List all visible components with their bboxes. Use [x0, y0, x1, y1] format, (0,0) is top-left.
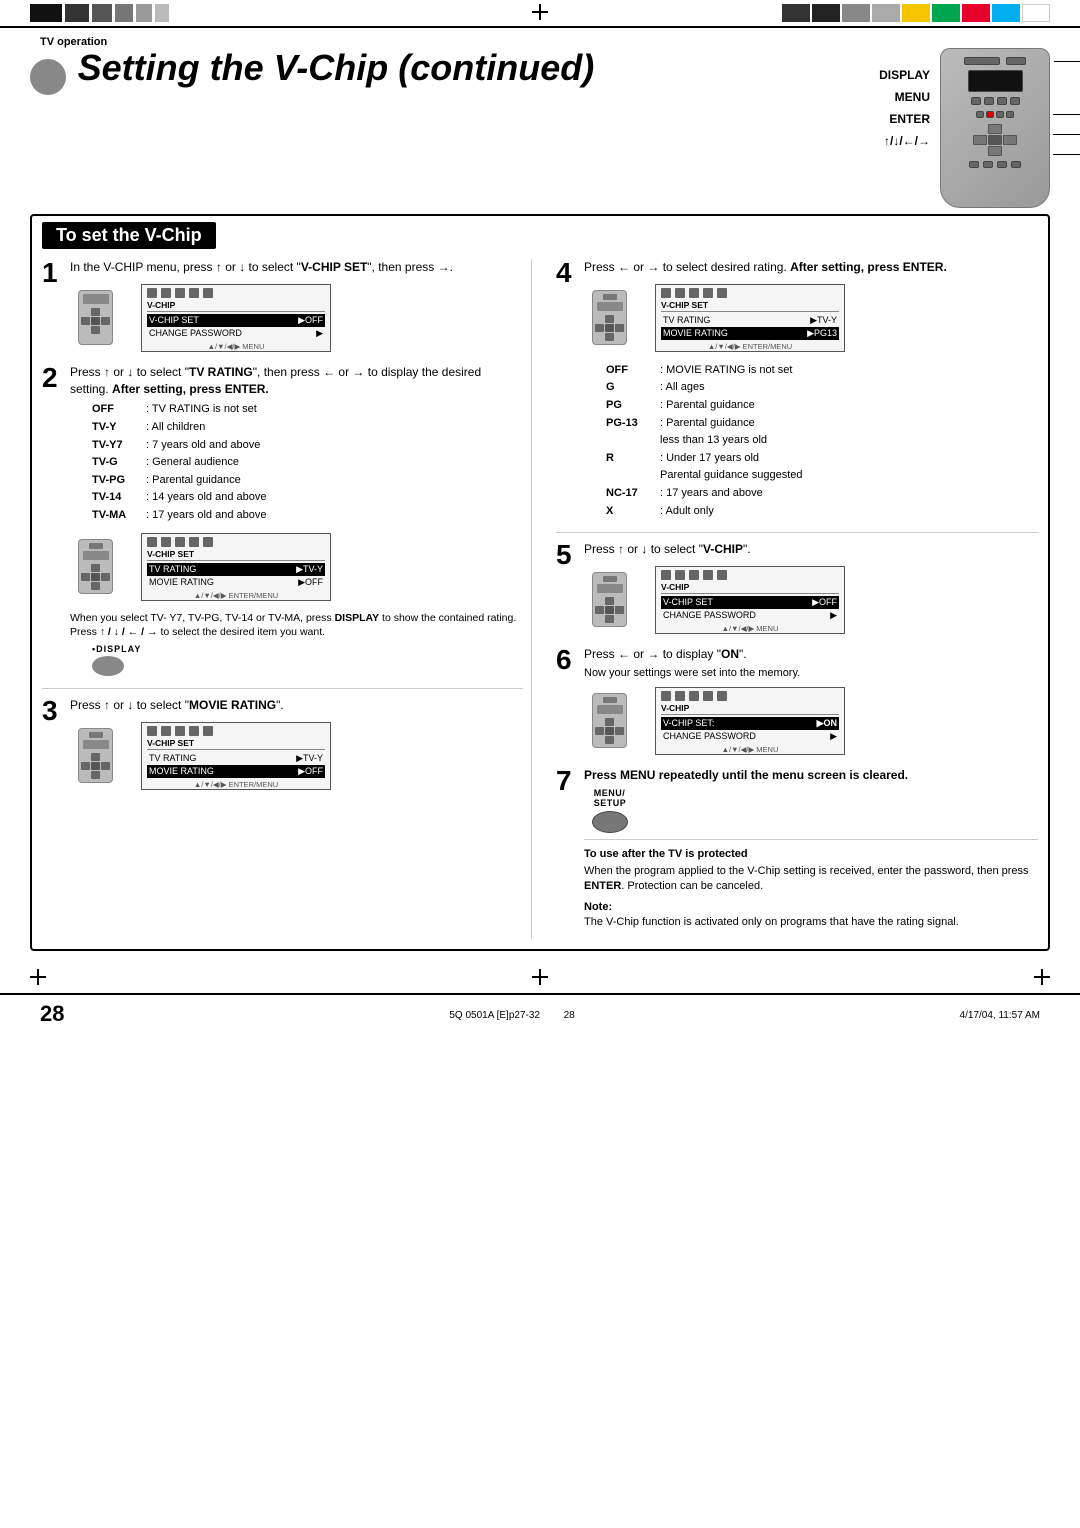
step-3-text: Press ↑ or ↓ to select "MOVIE RATING". — [70, 697, 523, 714]
step-4-screen: V-CHIP SET TV RATING▶TV-Y MOVIE RATING▶P… — [655, 284, 845, 352]
section-box-title: To set the V-Chip — [42, 222, 216, 249]
footer-center-text: 5Q 0501A [E]p27-32 28 — [449, 1006, 574, 1021]
title-block: Setting the V-Chip (continued) — [30, 48, 594, 95]
bottom-bar: 28 5Q 0501A [E]p27-32 28 4/17/04, 11:57 … — [0, 993, 1080, 1033]
step-7-number: 7 — [556, 767, 578, 795]
step-4: 4 Press ← or → to select desired rating.… — [556, 259, 1038, 524]
step-7-content: Press MENU repeatedly until the menu scr… — [584, 767, 1038, 931]
black-blocks — [30, 4, 169, 22]
screen-row-tvrating: TV RATING▶TV-Y — [147, 563, 325, 576]
step-6: 6 Press ← or → to display "ON". Now your… — [556, 646, 1038, 759]
step-6-number: 6 — [556, 646, 578, 674]
dpad — [973, 124, 1017, 156]
remote-graphic — [940, 48, 1050, 208]
step-6-text: Press ← or → to display "ON". — [584, 646, 1038, 663]
note-text: When the program applied to the V-Chip s… — [584, 864, 1038, 895]
bottom-center-crosshair — [532, 969, 548, 985]
step-1-screen: V-CHIP V-CHIP SET▶OFF CHANGE PASSWORD▶ ▲… — [141, 284, 331, 352]
screen-row-vchipset6: V-CHIP SET:▶ON — [661, 717, 839, 730]
display-button-circle — [92, 656, 124, 676]
step-3-number: 3 — [42, 697, 64, 725]
step-3-screen: V-CHIP SET TV RATING▶TV-Y MOVIE RATING▶O… — [141, 722, 331, 790]
display-label: •DISPLAY — [92, 644, 141, 654]
page-number: 28 — [40, 1001, 64, 1027]
step-1: 1 In the V-CHIP menu, press ↑ or ↓ to se… — [42, 259, 523, 356]
screen-row-movierating3: MOVIE RATING▶OFF — [147, 765, 325, 778]
step-2: 2 Press ↑ or ↓ to select "TV RATING", th… — [42, 364, 523, 680]
right-column: 4 Press ← or → to select desired rating.… — [548, 259, 1038, 939]
step-5-number: 5 — [556, 541, 578, 569]
color-blocks — [782, 4, 1050, 22]
screen-row-movierating2: MOVIE RATING▶OFF — [147, 576, 325, 589]
note-box: To use after the TV is protected When th… — [584, 839, 1038, 931]
screen-row-tvrating3: TV RATING▶TV-Y — [147, 752, 325, 765]
screen-row-tvrating4: TV RATING▶TV-Y — [661, 314, 839, 327]
bottom-right-crosshair — [1034, 969, 1050, 985]
step-6-screen: V-CHIP V-CHIP SET:▶ON CHANGE PASSWORD▶ ▲… — [655, 687, 845, 755]
step-6-content: Press ← or → to display "ON". Now your s… — [584, 646, 1038, 759]
step-2-display-note: When you select TV- Y7, TV-PG, TV-14 or … — [70, 611, 523, 640]
step-5-content: Press ↑ or ↓ to select "V-CHIP". — [584, 541, 1038, 638]
top-crosshair — [532, 4, 548, 25]
note-label: Note: — [584, 899, 1038, 916]
display-button-area: •DISPLAY — [92, 644, 523, 676]
screen-row-changepassword6: CHANGE PASSWORD▶ — [661, 730, 839, 743]
remote-labels: DISPLAY MENU ENTER ↑/↓/←/→ — [879, 68, 930, 148]
step-4-text: Press ← or → to select desired rating. A… — [584, 259, 1038, 276]
step-4-content: Press ← or → to select desired rating. A… — [584, 259, 1038, 524]
step-2-list: OFF: TV RATING is not set TV-Y: All chil… — [92, 401, 523, 524]
step-7-text: Press MENU repeatedly until the menu scr… — [584, 767, 1038, 784]
screen-row-vchipset5: V-CHIP SET▶OFF — [661, 596, 839, 609]
step-5-screen: V-CHIP V-CHIP SET▶OFF CHANGE PASSWORD▶ ▲… — [655, 566, 845, 634]
screen-row-movierating4: MOVIE RATING▶PG13 — [661, 327, 839, 340]
note-title: To use after the TV is protected — [584, 846, 1038, 863]
step-7: 7 Press MENU repeatedly until the menu s… — [556, 767, 1038, 931]
bottom-area — [0, 961, 1080, 993]
page-title: Setting the V-Chip (continued) — [78, 47, 595, 88]
top-bar — [0, 0, 1080, 28]
step-1-text: In the V-CHIP menu, press ↑ or ↓ to sele… — [70, 259, 523, 276]
menu-button-circle — [592, 811, 628, 833]
step-3-content: Press ↑ or ↓ to select "MOVIE RATING". — [70, 697, 523, 794]
step-4-number: 4 — [556, 259, 578, 287]
step-6-subtext: Now your settings were set into the memo… — [584, 667, 1038, 679]
step-2-content: Press ↑ or ↓ to select "TV RATING", then… — [70, 364, 523, 680]
title-remote-area: Setting the V-Chip (continued) DISPLAY M… — [0, 48, 1080, 208]
step-4-list: OFF: MOVIE RATING is not set G: All ages… — [606, 362, 1038, 520]
footer-right-text: 4/17/04, 11:57 AM — [960, 1006, 1040, 1021]
main-section-box: To set the V-Chip 1 In the V-CHIP menu, … — [30, 214, 1050, 951]
two-col-layout: 1 In the V-CHIP menu, press ↑ or ↓ to se… — [42, 259, 1038, 939]
step-3: 3 Press ↑ or ↓ to select "MOVIE RATING". — [42, 688, 523, 794]
left-column: 1 In the V-CHIP menu, press ↑ or ↓ to se… — [42, 259, 532, 939]
screen-row-changepassword5: CHANGE PASSWORD▶ — [661, 609, 839, 622]
header: TV operation — [0, 28, 1080, 48]
screen-row-vchipset: V-CHIP SET▶OFF — [147, 314, 325, 327]
step-2-screen: V-CHIP SET TV RATING▶TV-Y MOVIE RATING▶O… — [141, 533, 331, 601]
remote-illustration: DISPLAY MENU ENTER ↑/↓/←/→ — [879, 48, 1050, 208]
screen-row-changepassword: CHANGE PASSWORD▶ — [147, 327, 325, 340]
step-2-text: Press ↑ or ↓ to select "TV RATING", then… — [70, 364, 523, 398]
step-5-text: Press ↑ or ↓ to select "V-CHIP". — [584, 541, 1038, 558]
step-2-number: 2 — [42, 364, 64, 392]
bottom-left-crosshair — [30, 969, 46, 985]
step-1-number: 1 — [42, 259, 64, 287]
step-1-content: In the V-CHIP menu, press ↑ or ↓ to sele… — [70, 259, 523, 356]
note-text2: The V-Chip function is activated only on… — [584, 915, 1038, 930]
step-5: 5 Press ↑ or ↓ to select "V-CHIP". — [556, 532, 1038, 638]
